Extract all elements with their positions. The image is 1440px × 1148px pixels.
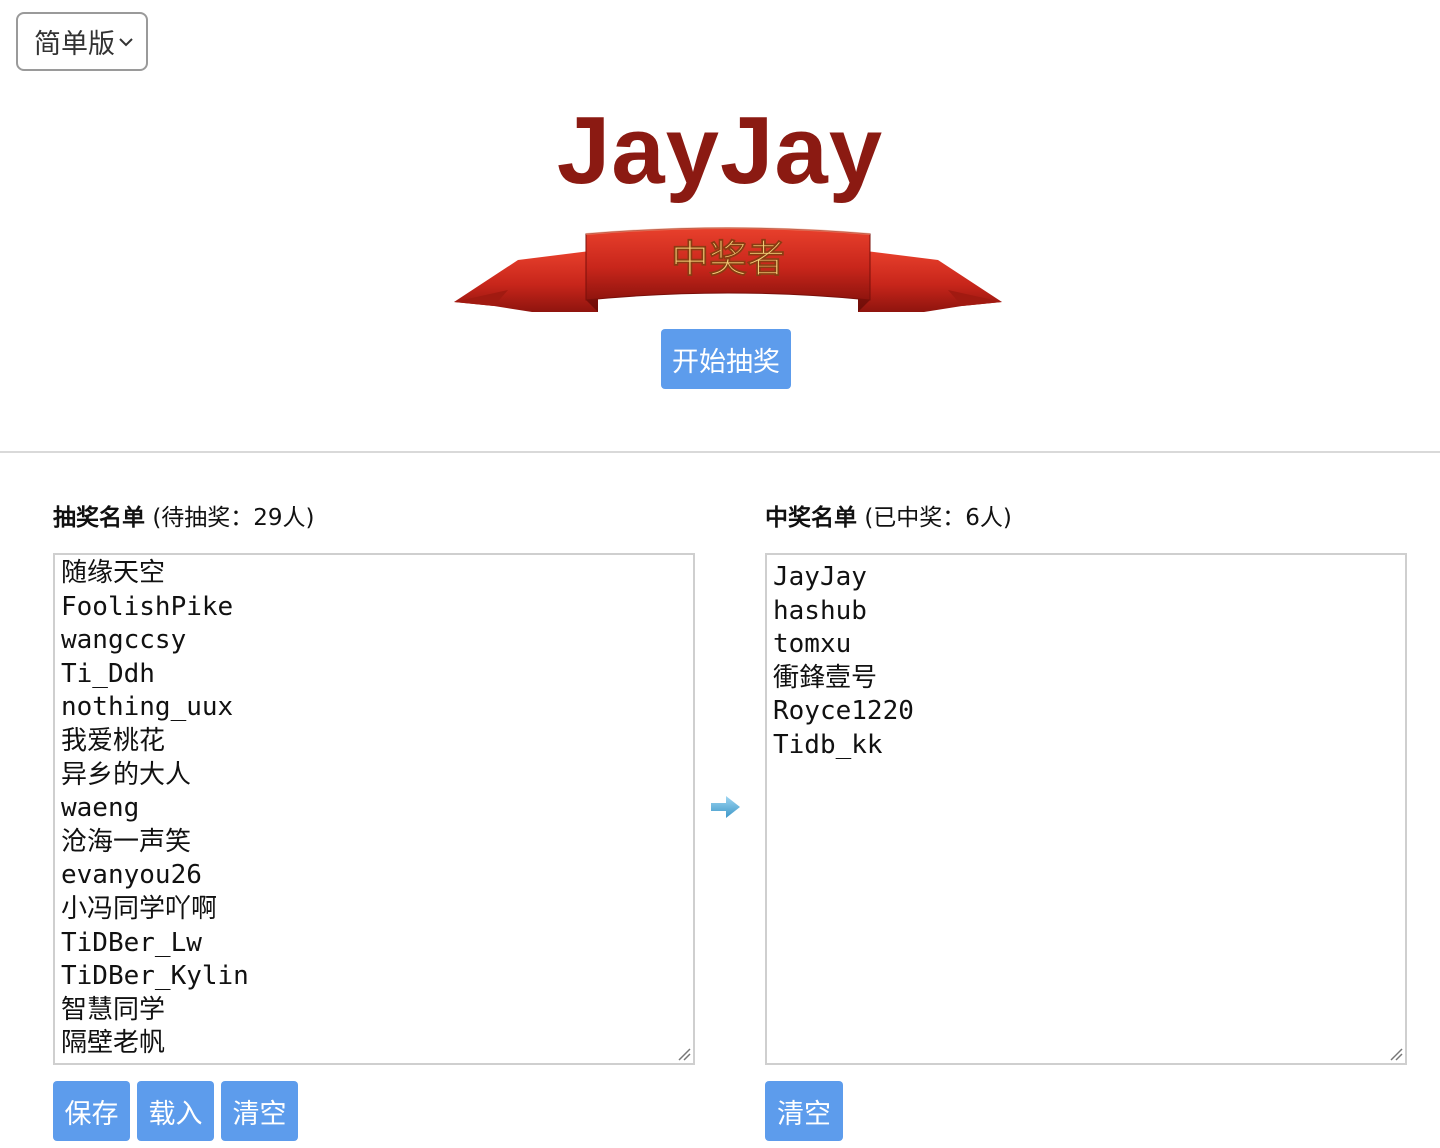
draw-list-entry: waeng bbox=[61, 793, 140, 824]
draw-list-entry: evanyou26 bbox=[61, 860, 202, 891]
winner-list-title: 中奖名单 (已中奖：6人) bbox=[765, 498, 1012, 532]
chevron-down-icon bbox=[119, 38, 133, 47]
winner-name-display: JayJay bbox=[556, 97, 884, 204]
winner-list-count: (已中奖：6人) bbox=[864, 505, 1012, 531]
winner-list-entry: tomxu bbox=[773, 629, 852, 660]
winner-list-entry: JayJay bbox=[773, 562, 867, 592]
draw-list-entry: 随缘天空 bbox=[61, 558, 166, 588]
winner-ribbon-banner: 中奖者 bbox=[454, 227, 1002, 312]
winner-list-entry: Tidb_kk bbox=[773, 729, 883, 760]
winner-list-entry: hashub bbox=[773, 595, 867, 626]
draw-list-entry: 我爱桃花 bbox=[61, 725, 166, 756]
draw-list-entry: 小冯同学吖啊 bbox=[61, 893, 218, 924]
clear-winner-list-button[interactable]: 清空 bbox=[765, 1081, 843, 1141]
winner-list-title-label: 中奖名单 bbox=[765, 505, 857, 531]
resize-grip-icon[interactable] bbox=[1387, 1045, 1403, 1061]
draw-list-entry: FoolishPike bbox=[61, 591, 234, 622]
version-select[interactable]: 简单版 bbox=[16, 12, 148, 71]
section-divider bbox=[0, 451, 1440, 453]
winner-list-entry: 衝鋒壹号 bbox=[773, 662, 878, 693]
draw-list-entry: TiDBer_Lw bbox=[61, 927, 202, 958]
winner-list-textarea[interactable]: JayJay hashub tomxu 衝鋒壹号 Royce1220 Tidb_kk bbox=[765, 553, 1407, 1065]
start-draw-button[interactable]: 开始抽奖 bbox=[661, 329, 791, 389]
clear-draw-list-button[interactable]: 清空 bbox=[221, 1081, 298, 1141]
draw-list-entry: 沧海一声笑 bbox=[61, 826, 192, 857]
draw-list-entry: nothing_uux bbox=[61, 692, 234, 723]
draw-list-entry: 智慧同学 bbox=[61, 994, 166, 1025]
banner-text: 中奖者 bbox=[671, 237, 785, 281]
load-button[interactable]: 载入 bbox=[137, 1081, 214, 1141]
save-button[interactable]: 保存 bbox=[53, 1081, 130, 1141]
arrow-right-icon bbox=[711, 796, 740, 818]
draw-list-entry: Ti_Ddh bbox=[61, 658, 155, 689]
winner-list-entry: Royce1220 bbox=[773, 696, 914, 727]
draw-list-title: 抽奖名单 (待抽奖：29人) bbox=[53, 498, 315, 532]
resize-grip-icon[interactable] bbox=[675, 1045, 691, 1061]
draw-list-entry: 隔壁老帆 bbox=[61, 1028, 166, 1059]
version-select-value: 简单版 bbox=[34, 29, 115, 60]
draw-list-entry: 异乡的大人 bbox=[61, 759, 192, 790]
draw-list-remaining-count: (待抽奖：29人) bbox=[152, 505, 315, 531]
draw-list-title-label: 抽奖名单 bbox=[53, 505, 145, 531]
draw-list-textarea[interactable]: 随缘天空 FoolishPike wangccsy Ti_Ddh nothing_uux… bbox=[53, 553, 695, 1065]
draw-list-entry: TiDBer_Kylin bbox=[61, 961, 249, 992]
draw-list-entry: wangccsy bbox=[61, 625, 187, 656]
